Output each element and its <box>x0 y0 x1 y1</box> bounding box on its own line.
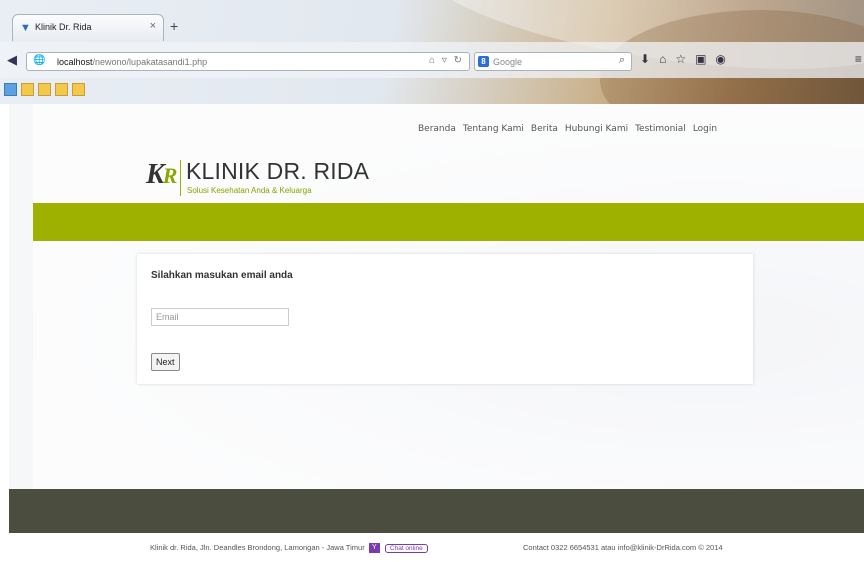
bookmark-star-icon[interactable]: ☆ <box>675 52 686 66</box>
url-text: localhost/newono/lupakatasandi1.php <box>57 57 207 67</box>
bookmark-icon[interactable] <box>38 83 51 96</box>
site-nav: Beranda Tentang Kami Berita Hubungi Kami… <box>418 124 717 134</box>
clipboard-icon[interactable]: ▣ <box>695 52 706 66</box>
url-host: localhost <box>57 57 93 67</box>
toolbar-icons: ⬇ ⌂ ☆ ▣ ◉ ≡ <box>640 52 862 66</box>
nav-testimonial[interactable]: Testimonial <box>635 124 686 134</box>
search-engine-label: Google <box>493 57 523 67</box>
logo-mark-k: K <box>146 159 165 190</box>
nav-beranda[interactable]: Beranda <box>418 124 456 134</box>
browser-chrome: ▼ Klinik Dr. Rida × + ◀ 🌐 localhost/newo… <box>0 0 864 104</box>
menu-icon[interactable]: ≡ <box>855 52 862 66</box>
footer-address-line: Klinik dr. Rida, Jln. Deandles Brondong,… <box>150 543 428 554</box>
nav-login[interactable]: Login <box>693 124 717 134</box>
tab-title: Klinik Dr. Rida <box>35 22 92 32</box>
next-button[interactable]: Next <box>151 353 180 371</box>
forgot-password-form: Silahkan masukan email anda Next <box>137 254 753 384</box>
bookmark-icon[interactable] <box>21 83 34 96</box>
bookmark-icon[interactable] <box>4 83 17 96</box>
reload-icon[interactable]: ⌂ ▿ ↻ <box>429 55 464 66</box>
search-engine-icon[interactable]: 8 <box>478 56 489 67</box>
footer-band <box>9 489 864 533</box>
logo-divider <box>180 160 181 196</box>
addon-icon[interactable]: ◉ <box>715 52 725 66</box>
footer-contact: Contact 0322 6654531 atau info@klinik-Dr… <box>523 543 723 552</box>
back-arrow-icon[interactable]: ◀ <box>7 52 17 68</box>
chat-online-badge[interactable]: Chat online <box>384 543 428 553</box>
footer-address: Klinik dr. Rida, Jln. Deandles Brondong,… <box>150 543 365 552</box>
logo-mark-r: R <box>162 163 178 188</box>
new-tab-button[interactable]: + <box>170 18 178 34</box>
bookmark-icon[interactable] <box>55 83 68 96</box>
yahoo-messenger-icon[interactable]: Y <box>368 543 380 554</box>
nav-hubungi-kami[interactable]: Hubungi Kami <box>565 124 628 134</box>
search-bar[interactable]: 8 Google ⌕ <box>474 52 632 71</box>
site-identity-icon[interactable]: 🌐 <box>33 55 45 66</box>
site-tagline: Solusi Kesehatan Anda & Keluarga <box>187 186 312 195</box>
browser-tab[interactable]: ▼ Klinik Dr. Rida × <box>12 14 164 41</box>
nav-tentang-kami[interactable]: Tentang Kami <box>463 124 524 134</box>
form-heading: Silahkan masukan email anda <box>151 270 293 281</box>
site-name: KLINIK DR. RIDA <box>186 158 370 184</box>
bookmarks-bar <box>4 83 85 96</box>
tab-close-icon[interactable]: × <box>150 20 156 32</box>
email-field[interactable] <box>151 308 289 326</box>
nav-berita[interactable]: Berita <box>531 124 558 134</box>
tab-favicon-icon: ▼ <box>20 22 31 34</box>
home-icon[interactable]: ⌂ <box>659 52 666 66</box>
search-icon[interactable]: ⌕ <box>619 54 625 67</box>
download-icon[interactable]: ⬇ <box>640 52 650 66</box>
bookmark-icon[interactable] <box>72 83 85 96</box>
header-band <box>33 203 864 241</box>
address-bar[interactable]: 🌐 localhost/newono/lupakatasandi1.php ⌂ … <box>26 52 470 71</box>
site-logo-icon[interactable]: KR <box>146 159 177 191</box>
url-path: /newono/lupakatasandi1.php <box>92 57 208 67</box>
